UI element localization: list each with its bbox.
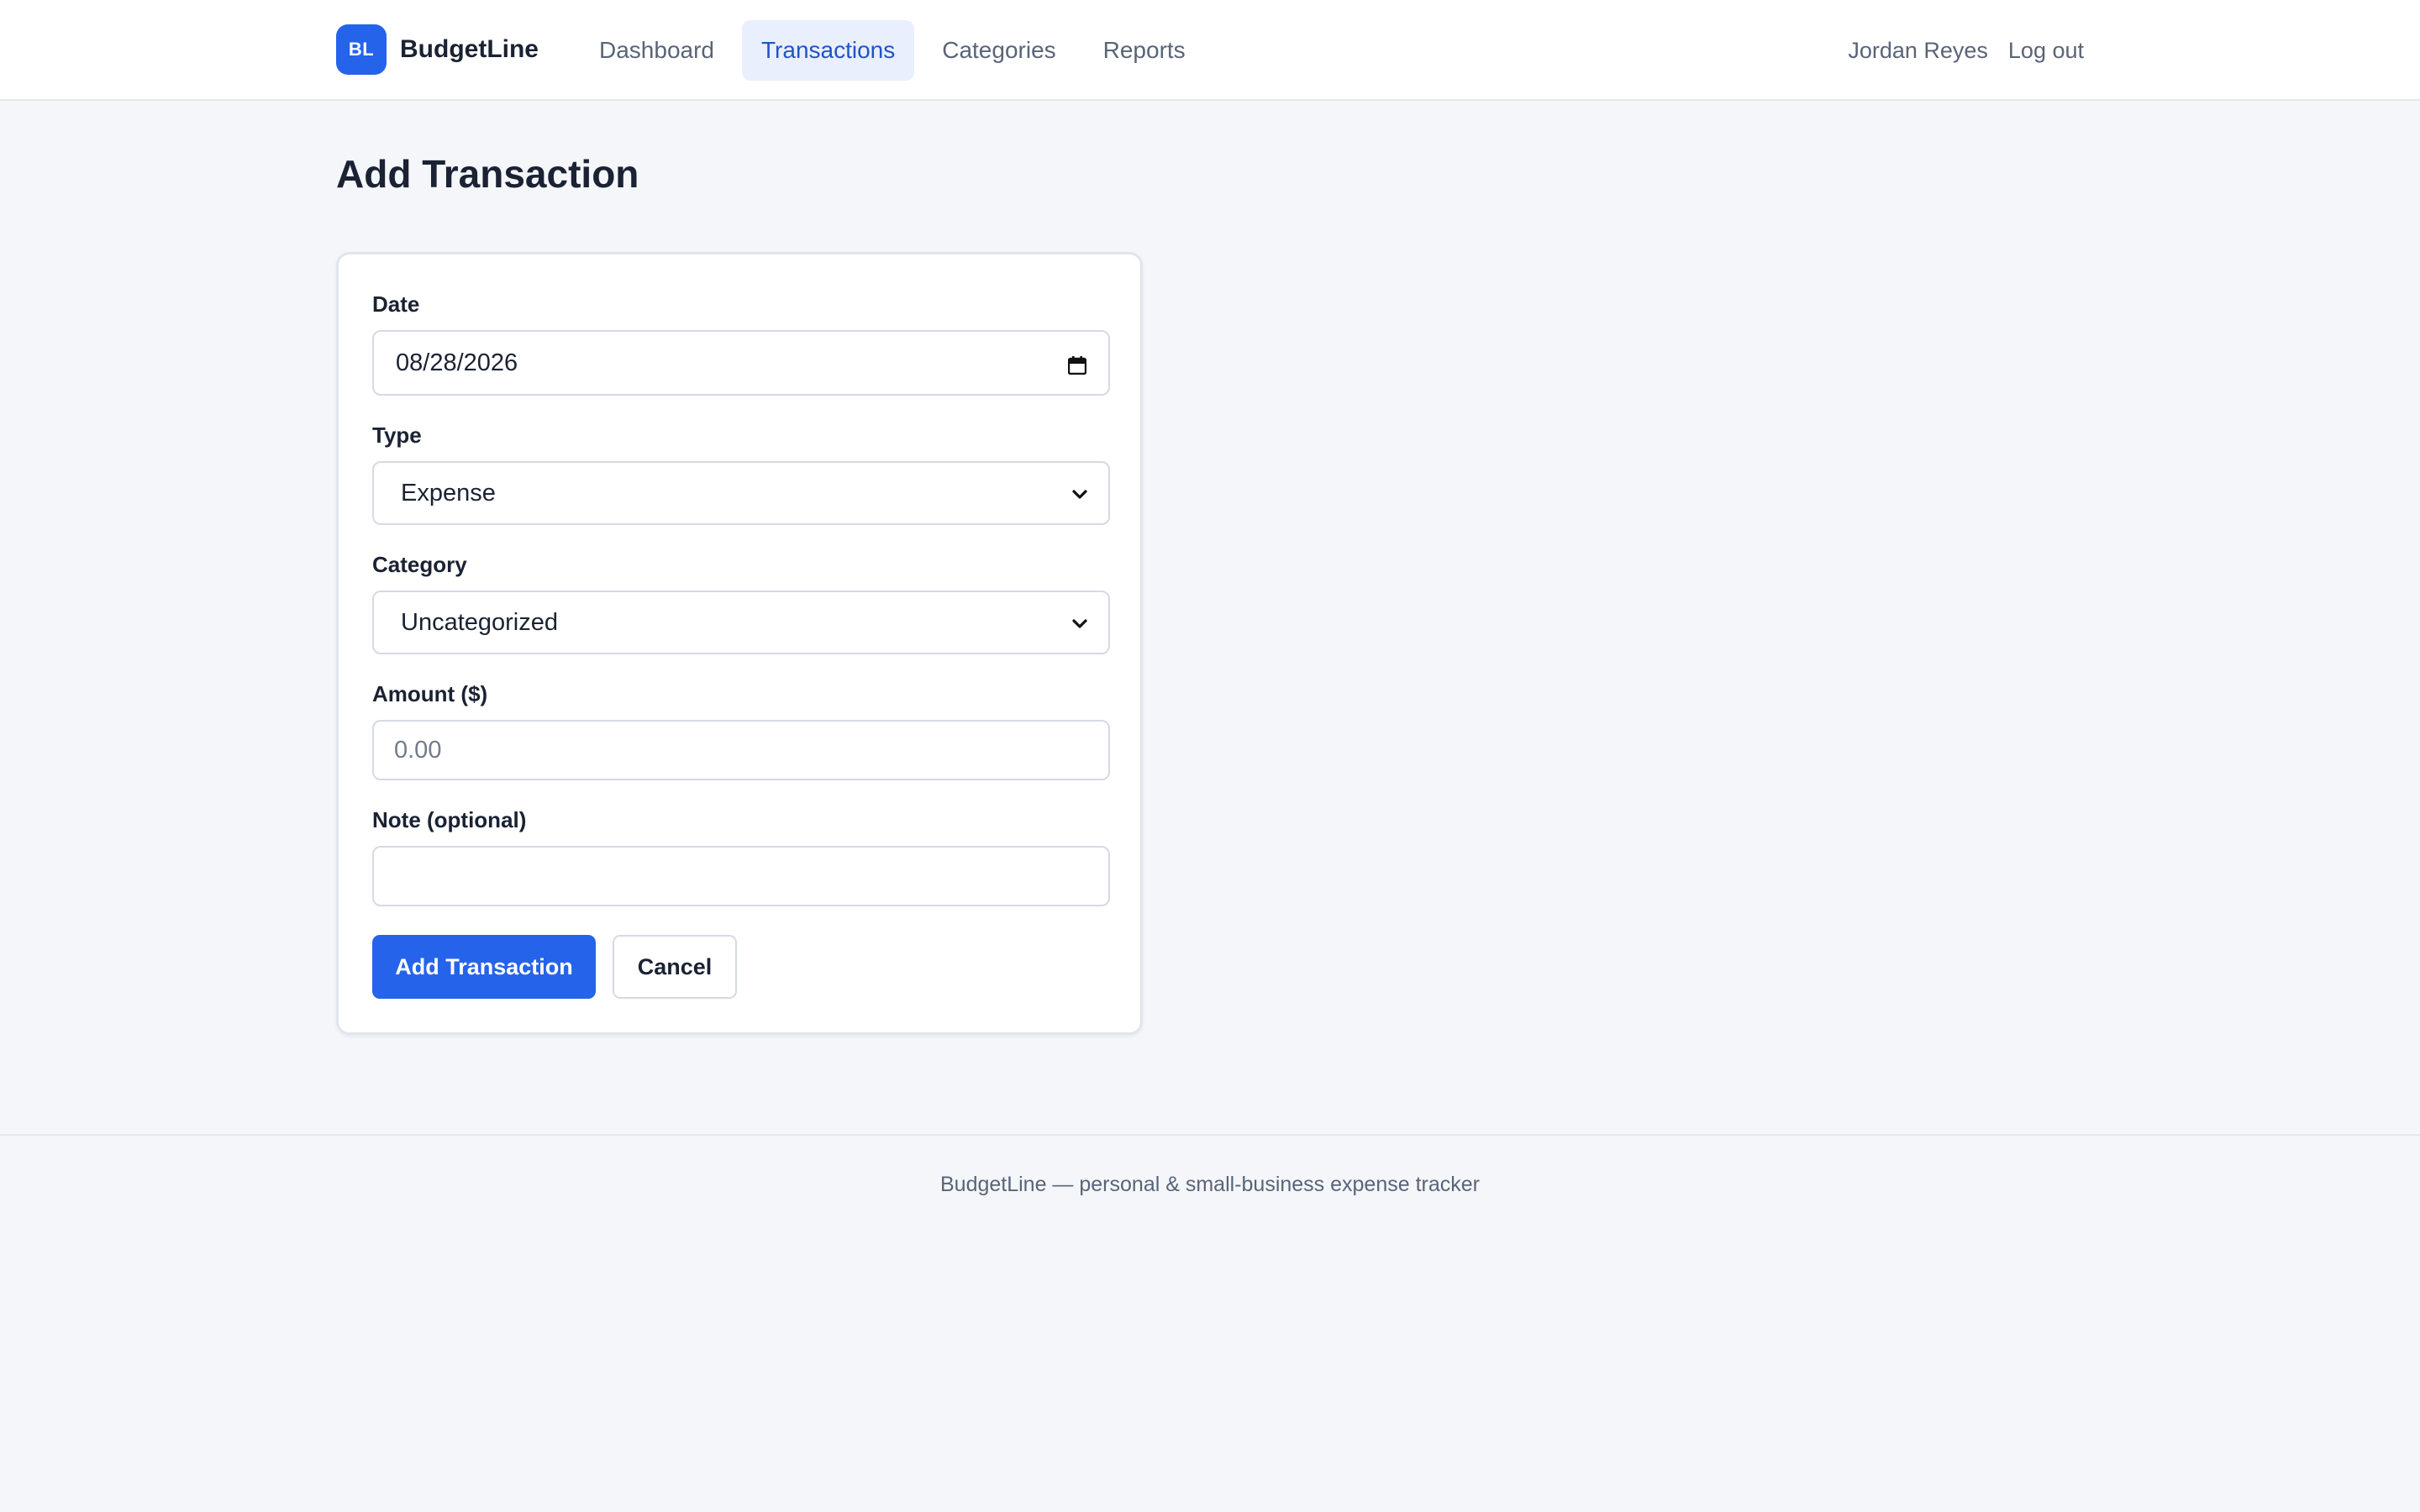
amount-label: Amount ($) xyxy=(372,681,488,706)
note-input[interactable] xyxy=(372,846,1110,906)
category-selected-value: Uncategorized xyxy=(401,608,558,636)
type-select[interactable]: Expense xyxy=(372,461,1110,525)
app-root: BL BudgetLine Dashboard Transactions Cat… xyxy=(0,0,2420,1512)
date-label: Date xyxy=(372,291,420,317)
page-title: Add Transaction xyxy=(336,152,639,196)
brand[interactable]: BL BudgetLine xyxy=(336,24,539,75)
nav-item-reports[interactable]: Reports xyxy=(1084,20,1205,81)
add-transaction-button[interactable]: Add Transaction xyxy=(372,935,596,999)
nav-item-categories[interactable]: Categories xyxy=(923,20,1075,81)
chevron-down-icon xyxy=(1070,612,1090,633)
note-label: Note (optional) xyxy=(372,807,527,832)
top-navigation-bar: BL BudgetLine Dashboard Transactions Cat… xyxy=(0,0,2420,101)
user-area: Jordan Reyes Log out xyxy=(1848,20,2084,81)
logout-link[interactable]: Log out xyxy=(2008,38,2084,64)
footer-text: BudgetLine — personal & small-business e… xyxy=(939,1173,1480,1196)
date-input[interactable]: 08/28/2026 xyxy=(372,330,1110,396)
cancel-button[interactable]: Cancel xyxy=(613,935,737,999)
type-selected-value: Expense xyxy=(401,479,496,507)
user-name[interactable]: Jordan Reyes xyxy=(1848,38,1988,64)
footer-divider xyxy=(0,1134,2420,1136)
category-select[interactable]: Uncategorized xyxy=(372,591,1110,654)
date-value: 08/28/2026 xyxy=(396,349,518,376)
chevron-down-icon xyxy=(1070,483,1090,503)
brand-name: BudgetLine xyxy=(400,35,539,63)
category-label: Category xyxy=(372,552,467,577)
nav-item-transactions[interactable]: Transactions xyxy=(741,20,915,81)
brand-logo: BL xyxy=(336,24,387,75)
nav-item-dashboard[interactable]: Dashboard xyxy=(580,20,734,81)
amount-placeholder: 0.00 xyxy=(394,736,442,764)
main-nav: Dashboard Transactions Categories Report… xyxy=(580,20,1213,81)
type-label: Type xyxy=(372,423,422,448)
add-transaction-form: Date 08/28/2026 Type Expense Category Un… xyxy=(336,252,1143,1035)
calendar-icon[interactable] xyxy=(1067,354,1087,375)
amount-input[interactable]: 0.00 xyxy=(372,720,1110,780)
